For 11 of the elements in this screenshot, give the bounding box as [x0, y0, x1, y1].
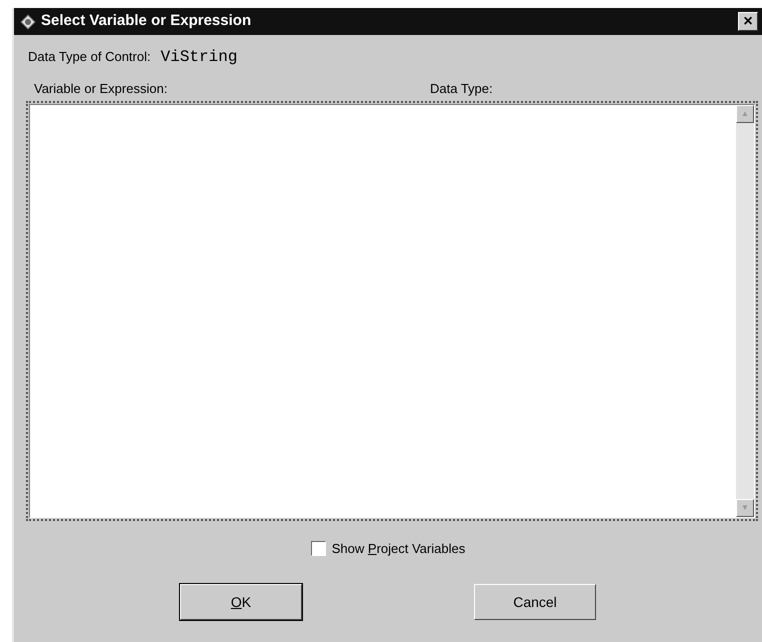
app-icon	[20, 14, 36, 30]
ok-button[interactable]: OK	[180, 584, 302, 620]
column-header: Data Type:	[430, 80, 493, 98]
window-title: Select Variable or Expression	[41, 11, 252, 32]
checkbox-label[interactable]: Show Project Variables	[332, 538, 466, 558]
data-type-value: ViString	[160, 47, 238, 68]
checkbox[interactable]	[310, 540, 326, 556]
data-type-label: Data Type of Control:	[28, 48, 151, 66]
close-button[interactable]: ×	[738, 12, 758, 31]
cancel-button[interactable]: Cancel	[474, 584, 596, 620]
column-header: Variable or Expression:	[34, 80, 168, 98]
